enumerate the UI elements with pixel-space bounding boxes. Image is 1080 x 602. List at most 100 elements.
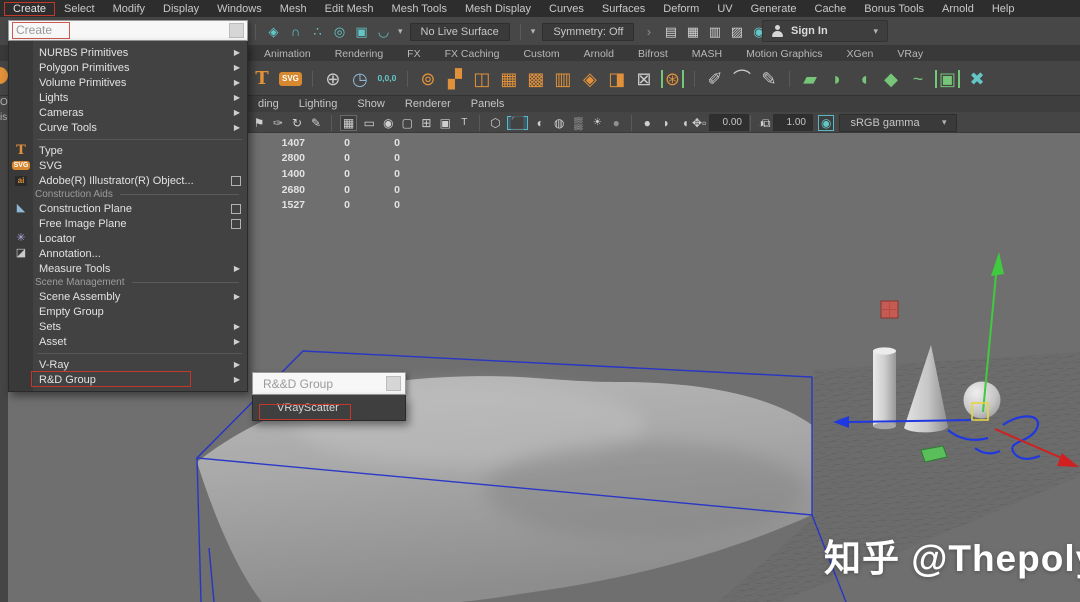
vray-proxy-icon[interactable]: ◆ — [881, 70, 901, 88]
mash-grid-icon[interactable]: ▦ — [499, 70, 519, 88]
lighting-mode-icon[interactable]: ⬡ — [488, 117, 502, 129]
menu-item-rnd-group[interactable]: R&D Group▶ — [9, 372, 247, 387]
use-all-lights-icon[interactable]: ☀ — [590, 118, 604, 128]
menu-mesh-tools[interactable]: Mesh Tools — [383, 2, 456, 16]
option-box[interactable] — [231, 204, 241, 214]
tab-vray[interactable]: VRay — [885, 48, 935, 60]
time-editor-icon[interactable]: ◷ — [350, 70, 370, 88]
mash-placer-icon[interactable]: ◨ — [607, 70, 627, 88]
symmetry-caret-icon[interactable] — [531, 26, 536, 37]
menu-select[interactable]: Select — [55, 2, 104, 16]
mash-world-icon[interactable]: ⊛ — [661, 70, 684, 88]
sign-in-caret-icon[interactable] — [873, 26, 878, 37]
cylinder-object[interactable] — [873, 347, 896, 429]
curve-arc-icon[interactable]: ⌒ — [732, 70, 752, 88]
menu-item-cameras[interactable]: Cameras▶ — [9, 105, 247, 120]
move-to-origin-icon[interactable]: 0,0,0 — [377, 74, 397, 83]
menu-curves[interactable]: Curves — [540, 2, 593, 16]
mash-id-icon[interactable]: ▥ — [553, 70, 573, 88]
menu-item-polygon-primitives[interactable]: Polygon Primitives▶ — [9, 60, 247, 75]
menu-bonus-tools[interactable]: Bonus Tools — [855, 2, 933, 16]
tab-fx-caching[interactable]: FX Caching — [433, 48, 512, 60]
make-live-caret-icon[interactable] — [398, 26, 403, 37]
sign-in-button[interactable]: Sign In — [762, 20, 888, 42]
view-transform-icon[interactable]: ◉ — [818, 115, 834, 131]
tear-off-box[interactable] — [386, 376, 401, 391]
tab-xgen[interactable]: XGen — [835, 48, 886, 60]
snap-point-icon[interactable]: ∴ — [310, 25, 325, 38]
tab-arnold[interactable]: Arnold — [572, 48, 626, 60]
mash-bbox-icon[interactable]: ⊠ — [634, 70, 654, 88]
snap-curve-icon[interactable]: ∩ — [288, 25, 303, 38]
menu-surfaces[interactable]: Surfaces — [593, 2, 654, 16]
gate-mask-icon[interactable]: ▢ — [400, 117, 414, 129]
menu-item-nurbs-primitives[interactable]: NURBS Primitives▶ — [9, 45, 247, 60]
shadows-icon[interactable]: ● — [609, 117, 623, 129]
curve-pencil-icon[interactable]: ✐ — [705, 70, 725, 88]
render-current-frame-icon[interactable]: ▦ — [685, 25, 700, 38]
menu-item-lights[interactable]: Lights▶ — [9, 90, 247, 105]
textured-mode-icon[interactable]: ◐ — [533, 117, 547, 129]
mash-network-icon[interactable]: ⊚ — [418, 70, 438, 88]
ipr-render-icon[interactable]: ▥ — [707, 25, 722, 38]
red-marker-square[interactable] — [881, 301, 898, 318]
tab-rendering[interactable]: Rendering — [323, 48, 395, 60]
locator-icon[interactable]: ⊕ — [323, 70, 343, 88]
panel-menu-shading[interactable]: ding — [248, 98, 289, 110]
menu-deform[interactable]: Deform — [654, 2, 708, 16]
menu-cache[interactable]: Cache — [806, 2, 856, 16]
menu-uv[interactable]: UV — [708, 2, 741, 16]
grid-toggle-icon[interactable]: ▦ — [340, 115, 357, 131]
vray-plane-icon[interactable]: ▰ — [800, 70, 820, 88]
menu-windows[interactable]: Windows — [208, 2, 271, 16]
snap-grid-icon[interactable]: ◈ — [266, 25, 281, 38]
svg-tool-icon[interactable]: SVG — [279, 72, 302, 86]
submenu-header[interactable]: R&&D Group — [252, 372, 406, 395]
create-menu-header[interactable]: Create — [8, 20, 248, 41]
texture-view-icon[interactable]: T — [457, 118, 471, 128]
vray-clipper-icon[interactable]: ◗ — [827, 70, 847, 88]
live-surface-field[interactable]: No Live Surface — [410, 23, 510, 41]
panel-menu-panels[interactable]: Panels — [461, 98, 515, 110]
exposure-icon[interactable]: ✥ — [690, 117, 704, 129]
menu-item-svg[interactable]: SVGSVG — [9, 158, 247, 173]
wireframe-on-shaded-icon[interactable]: ◍ — [552, 117, 566, 129]
gamma-field[interactable]: 1.00 — [773, 114, 813, 131]
collapse-arrow-icon[interactable]: › — [641, 25, 656, 38]
mash-offset-icon[interactable]: ▩ — [526, 70, 546, 88]
ambient-occlusion-icon[interactable]: ◗ — [659, 117, 673, 129]
tab-custom[interactable]: Custom — [511, 48, 571, 60]
view-transform-dropdown[interactable]: sRGB gamma — [839, 114, 957, 132]
pencil-icon[interactable]: ✎ — [309, 117, 323, 129]
render-settings-icon[interactable]: ▨ — [729, 25, 744, 38]
tab-fx[interactable]: FX — [395, 48, 432, 60]
menu-display[interactable]: Display — [154, 2, 208, 16]
tab-animation[interactable]: Animation — [252, 48, 323, 60]
vray-extra-icon[interactable]: ✖ — [967, 70, 987, 88]
mash-distribute-icon[interactable]: ▞ — [445, 70, 465, 88]
menu-help[interactable]: Help — [983, 2, 1024, 16]
render-view-icon[interactable]: ▤ — [663, 25, 678, 38]
menu-item-scene-assembly[interactable]: Scene Assembly▶ — [9, 289, 247, 304]
mash-split-icon[interactable]: ◫ — [472, 70, 492, 88]
vray-fur-icon[interactable]: ~ — [908, 70, 928, 88]
menu-item-construction-plane[interactable]: ◣Construction Plane — [9, 201, 247, 216]
panel-menu-lighting[interactable]: Lighting — [289, 98, 348, 110]
menu-item-curve-tools[interactable]: Curve Tools▶ — [9, 120, 247, 135]
paint-select-icon[interactable]: ✑ — [271, 117, 285, 129]
menu-create[interactable]: Create — [4, 2, 55, 16]
panel-menu-show[interactable]: Show — [347, 98, 395, 110]
snap-view-plane-icon[interactable]: ▣ — [354, 25, 369, 38]
film-gate-icon[interactable]: ▭ — [362, 117, 376, 129]
menu-mesh-display[interactable]: Mesh Display — [456, 2, 540, 16]
image-plane-icon[interactable]: ▣ — [438, 117, 452, 129]
menu-generate[interactable]: Generate — [742, 2, 806, 16]
bookmark-icon[interactable]: ⚑ — [252, 117, 266, 129]
menu-item-empty-group[interactable]: Empty Group — [9, 304, 247, 319]
menu-edit-mesh[interactable]: Edit Mesh — [316, 2, 383, 16]
tear-off-box[interactable] — [229, 23, 244, 38]
menu-item-annotation[interactable]: ◪Annotation... — [9, 246, 247, 261]
rotate-view-icon[interactable]: ↻ — [290, 117, 304, 129]
tab-mash[interactable]: MASH — [680, 48, 734, 60]
menu-item-type[interactable]: TType — [9, 143, 247, 158]
